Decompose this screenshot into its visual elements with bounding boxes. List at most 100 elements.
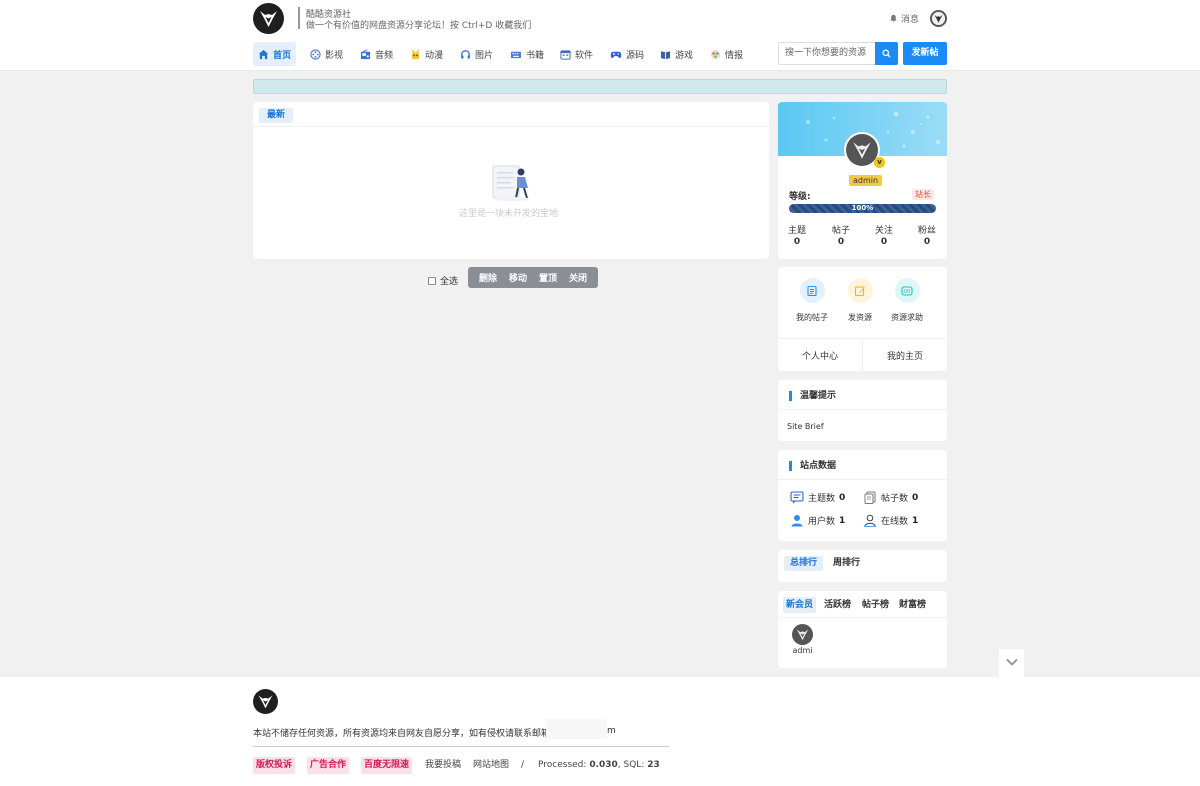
member-name[interactable]: admi <box>792 646 813 655</box>
stat-label: 主题 <box>787 226 806 236</box>
member-avatar[interactable] <box>792 624 813 645</box>
radio-icon <box>360 48 371 60</box>
nav-item-label: 首页 <box>273 50 292 61</box>
tab-wealth[interactable]: 财富榜 <box>896 597 929 613</box>
quick-action-label: 资源求助 <box>891 313 923 322</box>
sql-label: , SQL: <box>617 760 645 770</box>
baidu-unlimited-link[interactable]: 百度无限速 <box>361 757 413 774</box>
stat-value: 1 <box>839 515 846 526</box>
nav-item-images[interactable]: 图片 <box>455 42 498 66</box>
footer-separator: / <box>521 760 525 770</box>
stat-label: 帖子数 <box>881 494 909 504</box>
nav-item-label: 源码 <box>626 50 645 61</box>
stat-label: 关注 <box>874 226 893 236</box>
search-input[interactable]: 搜一下你想要的资源 <box>778 42 875 65</box>
anime-icon <box>410 48 421 60</box>
tab-new-members[interactable]: 新会员 <box>783 597 817 613</box>
nav-item-intel[interactable]: 情报 <box>705 42 748 66</box>
tab-overall-rank[interactable]: 总排行 <box>784 556 824 571</box>
site-description: 做一个有价值的网盘资源分享论坛！按 Ctrl+D 收藏我们 <box>306 21 532 31</box>
edit-icon <box>847 278 873 303</box>
stat-value: 1 <box>912 515 919 526</box>
ranking-card: 总排行 周排行 <box>778 550 947 582</box>
close-button[interactable]: 关闭 <box>563 271 593 284</box>
stat-threads: 主题数 0 <box>790 491 845 504</box>
nav-item-anime[interactable]: 动漫 <box>405 42 448 66</box>
pin-button[interactable]: 置顶 <box>533 271 563 284</box>
profile-card: v admin 等级: 站长 100% 主题 0 帖子 0 关注 0 粉丝 0 <box>778 102 947 259</box>
copy-icon <box>863 491 877 504</box>
bell-icon <box>889 14 898 23</box>
user-icon <box>790 514 804 527</box>
messages-label: 消息 <box>901 15 920 25</box>
empty-state-text: 这里是一块未开发的宝地 <box>459 209 559 219</box>
chat-icon <box>790 491 804 504</box>
copyright-complaint-link[interactable]: 版权投诉 <box>253 757 296 774</box>
scroll-down-button[interactable] <box>999 649 1024 674</box>
select-all[interactable]: 全选 <box>428 274 458 287</box>
stat-value: 0 <box>880 237 888 247</box>
tab-posts[interactable]: 帖子榜 <box>859 597 892 613</box>
nav-item-movies[interactable]: 影视 <box>305 42 348 66</box>
processed-value: 0.030 <box>589 760 618 770</box>
sitemap-link[interactable]: 网站地图 <box>473 757 509 774</box>
ad-cooperation-link[interactable]: 广告合作 <box>307 757 350 774</box>
select-all-checkbox[interactable] <box>428 276 436 285</box>
nav-item-audio[interactable]: 音频 <box>355 42 398 66</box>
stat-label: 主题数 <box>808 494 836 504</box>
level-progress-bar: 100% <box>789 204 936 213</box>
nav-item-software[interactable]: 软件 <box>555 42 598 66</box>
chevron-down-icon <box>1005 658 1018 666</box>
stat-value: 0 <box>793 237 801 247</box>
nav-item-label: 图片 <box>475 50 494 61</box>
tab-newest[interactable]: 最新 <box>259 108 294 123</box>
tab-active[interactable]: 活跃榜 <box>821 597 854 613</box>
nav-item-label: 音频 <box>375 50 394 61</box>
user-avatar[interactable] <box>930 10 947 27</box>
divider <box>778 409 947 410</box>
nav-item-games[interactable]: 游戏 <box>655 42 698 66</box>
post-resource-button[interactable]: 发资源 <box>840 278 880 323</box>
gamepad-icon <box>610 49 622 60</box>
nav-item-label: 情报 <box>725 50 744 61</box>
quick-actions-card: 我的帖子 发资源 00 资源求助 个人中心 我的主页 <box>778 267 947 371</box>
search-button[interactable] <box>875 42 898 65</box>
nav-item-source[interactable]: 源码 <box>605 42 649 66</box>
footer-email-tail: m <box>607 726 616 736</box>
film-reel-icon <box>310 48 321 60</box>
submit-link[interactable]: 我要投稿 <box>425 757 461 774</box>
user-center-link[interactable]: 个人中心 <box>778 349 862 362</box>
resource-help-button[interactable]: 00 资源求助 <box>887 278 927 323</box>
move-button[interactable]: 移动 <box>503 271 533 284</box>
delete-button[interactable]: 删除 <box>473 271 503 284</box>
my-homepage-link[interactable]: 我的主页 <box>863 349 947 362</box>
bulk-actions: 删除 移动 置顶 关闭 <box>468 267 599 288</box>
headphones-icon <box>460 49 471 60</box>
level-label: 等级: <box>789 192 811 202</box>
home-icon <box>258 49 269 60</box>
site-logo[interactable] <box>253 3 284 34</box>
stat-value: 0 <box>839 492 846 503</box>
processed-label: Processed: <box>538 760 587 770</box>
my-posts-button[interactable]: 我的帖子 <box>792 278 832 323</box>
processed-info: Processed: 0.030, SQL: 23 <box>538 757 660 774</box>
search-icon <box>882 49 891 58</box>
document-icon <box>799 278 825 303</box>
help-icon: 00 <box>894 278 920 303</box>
tab-weekly-rank[interactable]: 周排行 <box>827 556 866 571</box>
stat-label: 帖子 <box>831 226 850 236</box>
book-icon <box>660 49 671 60</box>
stat-label: 用户数 <box>808 517 836 527</box>
nav-item-label: 游戏 <box>675 50 694 61</box>
user-outline-icon <box>863 514 877 527</box>
nav-item-home[interactable]: 首页 <box>253 42 297 66</box>
header: 酷酷资源社 做一个有价值的网盘资源分享论坛！按 Ctrl+D 收藏我们 消息 首… <box>0 0 1200 71</box>
new-post-button[interactable]: 发新帖 <box>903 42 947 65</box>
site-stats-title: 站点数据 <box>789 461 836 471</box>
sql-value: 23 <box>647 760 660 770</box>
footer: 本站不储存任何资源，所有资源均来自网友自愿分享，如有侵权请联系邮箱： m 版权投… <box>0 677 1200 786</box>
nav-item-books[interactable]: 书籍 <box>505 42 549 66</box>
messages-link[interactable]: 消息 <box>889 12 919 25</box>
profile-username[interactable]: admin <box>849 175 883 186</box>
site-stats-card: 站点数据 主题数 0 帖子数 0 用户数 1 在线数 1 <box>778 450 947 541</box>
